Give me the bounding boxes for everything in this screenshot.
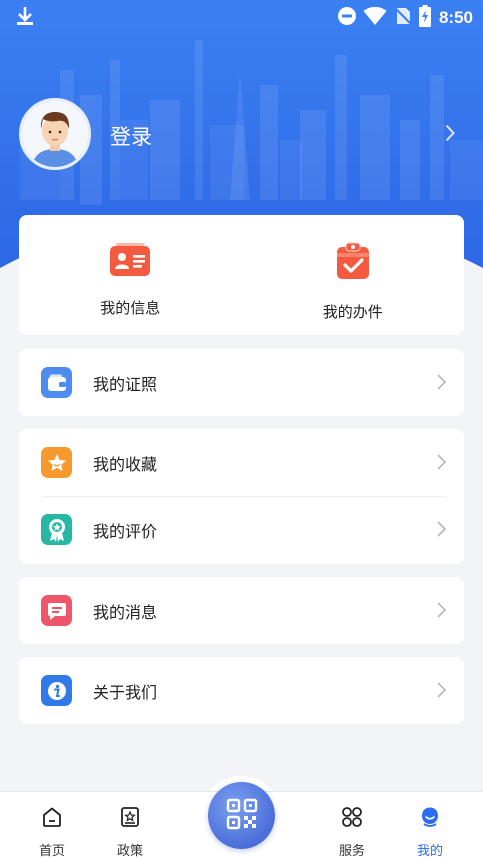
id-card-icon <box>108 241 152 283</box>
nav-services[interactable]: 服务 <box>322 806 382 858</box>
info-icon <box>41 675 72 706</box>
home-icon <box>41 806 63 832</box>
chevron-right-icon <box>437 521 447 541</box>
nav-policy[interactable]: 政策 <box>100 806 160 858</box>
grid-icon <box>341 806 363 832</box>
menu-item-reviews[interactable]: 我的评价 <box>19 496 464 563</box>
my-applications-label: 我的办件 <box>322 303 383 321</box>
chevron-right-icon <box>437 682 447 702</box>
wallet-icon <box>41 367 72 398</box>
nav-label: 首页 <box>38 844 65 858</box>
chevron-right-icon <box>437 454 447 474</box>
quick-actions-card: 我的信息 我的办件 <box>19 215 464 335</box>
nav-mine[interactable]: 我的 <box>400 806 460 858</box>
do-not-disturb-icon <box>337 6 357 30</box>
login-label[interactable]: 登录 <box>110 121 152 151</box>
menu-item-certificates[interactable]: 我的证照 <box>19 349 464 416</box>
menu-group-messages: 我的消息 <box>19 577 464 644</box>
profile-icon <box>419 806 441 832</box>
chevron-right-icon <box>437 602 447 622</box>
no-sim-icon <box>393 6 413 30</box>
chevron-right-icon[interactable] <box>445 124 455 146</box>
my-info-label: 我的信息 <box>100 299 161 317</box>
menu-item-label: 我的消息 <box>93 602 158 622</box>
menu-group-certificates: 我的证照 <box>19 349 464 416</box>
chevron-right-icon <box>437 374 447 394</box>
status-bar: 8:50 <box>0 0 483 34</box>
my-info-button[interactable]: 我的信息 <box>19 215 242 335</box>
clipboard-check-icon <box>334 241 372 285</box>
menu-item-label: 我的收藏 <box>93 454 158 474</box>
menu-item-label: 我的证照 <box>93 374 158 394</box>
nav-label: 政策 <box>116 844 143 858</box>
nav-home[interactable]: 首页 <box>22 806 82 858</box>
medal-icon <box>41 514 72 545</box>
nav-label: 我的 <box>416 844 443 858</box>
menu-item-label: 我的评价 <box>93 521 158 541</box>
menu-item-label: 关于我们 <box>93 682 158 702</box>
menu-item-about[interactable]: 关于我们 <box>19 657 464 724</box>
wifi-icon <box>363 6 387 30</box>
nav-label: 服务 <box>338 844 365 858</box>
battery-charging-icon <box>418 5 431 31</box>
my-applications-button[interactable]: 我的办件 <box>242 215 465 335</box>
scan-qr-button[interactable] <box>208 782 275 849</box>
menu-item-favorites[interactable]: 我的收藏 <box>19 429 464 496</box>
policy-icon <box>119 806 141 832</box>
message-icon <box>41 595 72 626</box>
qr-code-icon <box>226 798 258 834</box>
star-icon <box>41 447 72 478</box>
avatar-illustration <box>32 112 78 167</box>
menu-item-messages[interactable]: 我的消息 <box>19 577 464 644</box>
download-icon <box>16 6 34 30</box>
menu-group-about: 关于我们 <box>19 657 464 724</box>
menu-group-favorites-reviews: 我的收藏 我的评价 <box>19 429 464 564</box>
avatar[interactable] <box>19 98 91 170</box>
clock: 8:50 <box>438 8 473 27</box>
